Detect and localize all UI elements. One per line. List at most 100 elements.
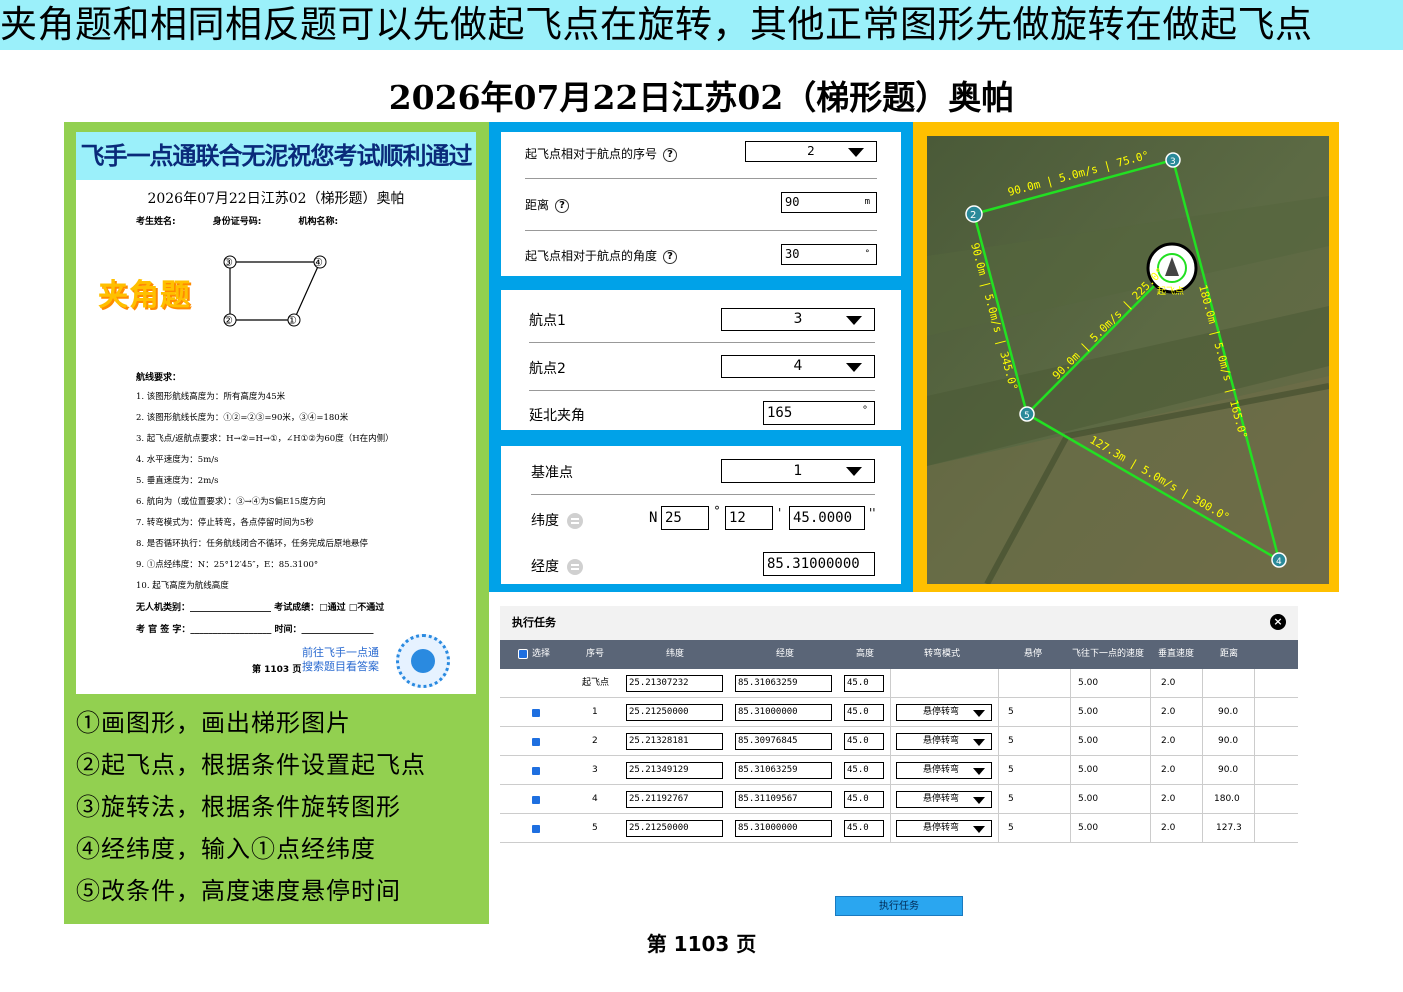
waypoint1-select[interactable]: 3 [721,308,875,331]
help-icon[interactable]: ? [555,198,570,213]
cell-lon-input[interactable]: 85.31109567 [735,791,832,808]
execute-task-button[interactable]: 执行任务 [835,896,963,916]
cell-hover: 5 [1008,823,1014,833]
table-row[interactable]: 1 25.21250000 85.31000000 45.0 悬停转弯 5 5.… [500,698,1298,727]
sec-symbol: '' [869,506,876,520]
cell-mode-select[interactable]: 悬停转弯 [896,733,992,750]
cell-vspeed: 2.0 [1161,707,1176,717]
doc-title: 2026年07月22日江苏02（梯形题）奥帕 [147,191,405,207]
map-panel: 起飞点 2 3 4 5 90.0m | 5.0m/s | 75.0° 180.0… [913,122,1339,592]
table-row[interactable]: 起飞点 25.21307232 85.31063259 45.0 5.00 2.… [500,669,1298,698]
doc-link-line2: 搜索题目看答案 [302,660,379,673]
requirement-item: 4. 水平速度为：5m/s [136,455,219,465]
trapezoid-diagram: ③ ④ ① ② [223,255,327,327]
cell-lon-input[interactable]: 85.31063259 [735,675,832,692]
cell-lon-input[interactable]: 85.31000000 [735,704,832,721]
base-point-select[interactable]: 1 [721,459,875,483]
chevron-down-icon [846,315,862,325]
cell-alt-input[interactable]: 45.0 [844,675,884,692]
cell-alt-input[interactable]: 45.0 [844,762,884,779]
requirement-item: 8. 是否循环执行：任务航线闭合不循环，任务完成后原地悬停 [136,539,368,549]
cell-alt-input[interactable]: 45.0 [844,704,884,721]
row-checkbox-icon[interactable] [532,767,540,775]
angle-input[interactable]: 30 ° [781,244,877,265]
shape-label-2: ② [223,314,233,327]
row-checkbox-icon[interactable] [532,796,540,804]
close-icon[interactable]: × [1270,614,1286,630]
cell-seq: 5 [592,823,598,833]
lat-sec-input[interactable]: 45.0000 [789,506,865,530]
unit-label: m [864,197,870,207]
doc-link-line1: 前往飞手一点通 [302,646,379,659]
takeoff-angle-row: 起飞点相对于航点的角度? 30 ° [501,234,901,276]
cell-lon-input[interactable]: 85.30976845 [735,733,832,750]
route-map[interactable]: 起飞点 2 3 4 5 90.0m | 5.0m/s | 75.0° 180.0… [927,136,1329,584]
waypoint2-row: 航点2 4 [501,342,901,388]
waypoint1-label: 航点1 [529,313,566,329]
help-icon[interactable]: ? [663,249,678,264]
toggle-icon[interactable] [567,559,583,575]
cell-seq: 3 [592,765,598,775]
cell-lat-input[interactable]: 25.21307232 [626,675,723,692]
cell-speed: 5.00 [1078,823,1099,833]
cell-hover: 5 [1008,765,1014,775]
cell-vspeed: 2.0 [1161,794,1176,804]
cell-speed: 5.00 [1078,765,1099,775]
rotate-card: 航点1 3 航点2 4 延北夹角 165 ° [501,290,901,430]
cell-alt-input[interactable]: 45.0 [844,733,884,750]
takeoff-distance-row: 距离? 90 m [501,182,901,230]
cell-speed: 5.00 [1078,707,1099,717]
cell-mode-select[interactable]: 悬停转弯 [896,762,992,779]
cell-mode-select[interactable]: 悬停转弯 [896,820,992,837]
waypoint2-select[interactable]: 4 [721,355,875,378]
base-point-label: 基准点 [531,465,573,481]
step-item: ②起飞点，根据条件设置起飞点 [76,751,426,779]
task-dialog-header: 执行任务 [500,606,1298,640]
cell-lat-input[interactable]: 25.21349129 [626,762,723,779]
cell-lat-input[interactable]: 25.21250000 [626,820,723,837]
checkbox-icon[interactable] [518,648,528,659]
doc-link[interactable]: 前往飞手一点通 搜索题目看答案 [302,646,379,674]
row-checkbox-icon[interactable] [532,825,540,833]
toggle-icon[interactable] [567,513,583,529]
cell-lat-input[interactable]: 25.21250000 [626,704,723,721]
table-row[interactable]: 3 25.21349129 85.31063259 45.0 悬停转弯 5 5.… [500,756,1298,785]
doc-page-number: 第 1103 页 [252,665,302,675]
takeoff-seq-select[interactable]: 2 [745,141,877,162]
cell-hover: 5 [1008,707,1014,717]
cell-mode-select[interactable]: 悬停转弯 [896,704,992,721]
help-icon[interactable]: ? [663,147,678,162]
cell-lon-input[interactable]: 85.31000000 [735,820,832,837]
table-row[interactable]: 4 25.21192767 85.31109567 45.0 悬停转弯 5 5.… [500,785,1298,814]
chevron-down-icon [973,710,985,717]
row-checkbox-icon[interactable] [532,738,540,746]
shape-label-3: ③ [223,256,233,269]
cell-lat-input[interactable]: 25.21192767 [626,791,723,808]
unit-label: ° [861,405,868,416]
requirement-item: 6. 航向为（或位置要求）：③→④为S偏E15度方向 [136,497,326,507]
cell-lon-input[interactable]: 85.31063259 [735,762,832,779]
row-checkbox-icon[interactable] [532,709,540,717]
deg-symbol: ° [714,504,720,518]
col-select[interactable]: 选择 [518,640,550,669]
cell-mode-select[interactable]: 悬停转弯 [896,791,992,808]
map-point-3: 3 [1170,157,1176,167]
step-item: ④经纬度，输入①点经纬度 [76,835,376,863]
cell-speed: 5.00 [1078,794,1099,804]
satellite-map[interactable]: 起飞点 2 3 4 5 90.0m | 5.0m/s | 75.0° 180.0… [927,136,1329,584]
doc-info-line: 考生姓名: 身份证号码: 机构名称: [136,214,466,227]
table-row[interactable]: 5 25.21250000 85.31000000 45.0 悬停转弯 5 5.… [500,814,1298,843]
north-angle-input[interactable]: 165 ° [763,401,875,425]
lat-deg-input[interactable]: 25 [661,506,709,530]
cell-alt-input[interactable]: 45.0 [844,820,884,837]
longitude-input[interactable]: 85.31000000 [763,552,875,576]
table-row[interactable]: 2 25.21328181 85.30976845 45.0 悬停转弯 5 5.… [500,727,1298,756]
question-type-badge: 夹角题 [98,278,191,313]
lat-min-input[interactable]: 12 [725,506,773,530]
takeoff-seq-value: 2 [807,144,815,158]
cell-seq: 4 [592,794,598,804]
cell-lat-input[interactable]: 25.21328181 [626,733,723,750]
distance-input[interactable]: 90 m [781,192,877,213]
cell-alt-input[interactable]: 45.0 [844,791,884,808]
left-panel: 飞手一点通联合无泥祝您考试顺利通过 2026年07月22日江苏02（梯形题）奥帕… [64,122,489,924]
